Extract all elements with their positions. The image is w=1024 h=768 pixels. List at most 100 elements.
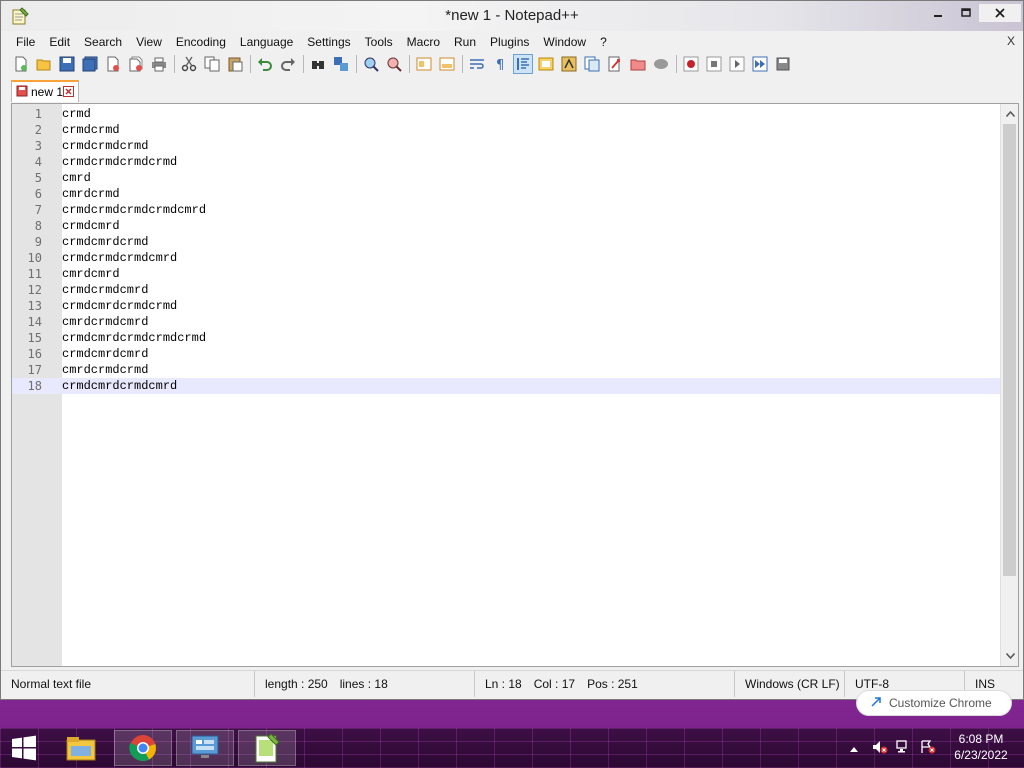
paste-icon[interactable] xyxy=(225,54,245,74)
menu-view[interactable]: View xyxy=(129,35,169,49)
define-language-icon[interactable] xyxy=(536,54,556,74)
line-text: cmrdcrmd xyxy=(62,187,120,201)
undo-icon[interactable] xyxy=(255,54,275,74)
close-document-button[interactable]: X xyxy=(1007,34,1015,48)
customize-chrome-notification[interactable]: Customize Chrome xyxy=(856,690,1012,716)
line-text: crmdcmrdcrmdcrmdcrmd xyxy=(62,331,207,345)
toolbar-separator xyxy=(250,55,251,73)
new-file-icon[interactable] xyxy=(11,54,31,74)
editor-line[interactable]: 13 crmdcmrdcrmdcrmd xyxy=(12,298,1000,314)
taskbar-chrome[interactable] xyxy=(114,730,172,766)
network-icon[interactable] xyxy=(896,739,912,757)
menu-search[interactable]: Search xyxy=(77,35,129,49)
menu-macro[interactable]: Macro xyxy=(400,35,447,49)
document-map-icon[interactable] xyxy=(559,54,579,74)
stop-recording-icon[interactable] xyxy=(704,54,724,74)
line-text: crmdcmrd xyxy=(62,219,120,233)
menu-settings[interactable]: Settings xyxy=(300,35,357,49)
editor-line[interactable]: 16 crmdcmrdcmrd xyxy=(12,346,1000,362)
editor-line[interactable]: 4 crmdcrmdcrmdcrmd xyxy=(12,154,1000,170)
menu-plugins[interactable]: Plugins xyxy=(483,35,536,49)
notepadpp-window: *new 1 - Notepad++ File Edit Search View… xyxy=(0,0,1024,700)
menu-encoding[interactable]: Encoding xyxy=(169,35,233,49)
editor-line[interactable]: 2 crmdcrmd xyxy=(12,122,1000,138)
copy-icon[interactable] xyxy=(202,54,222,74)
menu-tools[interactable]: Tools xyxy=(358,35,400,49)
windows-logo-icon xyxy=(12,735,36,761)
menu-file[interactable]: File xyxy=(9,35,42,49)
editor-line[interactable]: 1 crmd xyxy=(12,106,1000,122)
editor-line[interactable]: 5 cmrd xyxy=(12,170,1000,186)
close-icon[interactable] xyxy=(63,86,74,97)
scroll-up-icon[interactable] xyxy=(1001,106,1019,122)
toolbar-separator xyxy=(356,55,357,73)
toolbar: ¶ xyxy=(1,52,1023,76)
zoom-in-icon[interactable] xyxy=(361,54,381,74)
editor-line[interactable]: 10 crmdcrmdcrmdcmrd xyxy=(12,250,1000,266)
monitoring-icon[interactable] xyxy=(628,54,648,74)
editor-line[interactable]: 15 crmdcmrdcrmdcrmdcrmd xyxy=(12,330,1000,346)
clock-time: 6:08 PM xyxy=(958,732,1004,746)
close-file-icon[interactable] xyxy=(103,54,123,74)
run-macro-multiple-icon[interactable] xyxy=(750,54,770,74)
editor-line[interactable]: 18 crmdcmrdcrmdcmrd xyxy=(12,378,1000,394)
panel-icon[interactable] xyxy=(651,54,671,74)
show-all-characters-icon[interactable]: ¶ xyxy=(490,54,510,74)
taskbar-control-panel[interactable] xyxy=(176,730,234,766)
editor-line[interactable]: 14 cmrdcrmdcmrd xyxy=(12,314,1000,330)
show-hidden-icons-icon[interactable] xyxy=(850,741,858,755)
scroll-thumb[interactable] xyxy=(1003,124,1016,576)
word-wrap-icon[interactable] xyxy=(467,54,487,74)
line-number: 16 xyxy=(27,347,42,361)
zoom-out-icon[interactable] xyxy=(384,54,404,74)
start-button[interactable] xyxy=(6,734,42,762)
status-eol[interactable]: Windows (CR LF) xyxy=(735,671,845,697)
menu-window[interactable]: Window xyxy=(536,35,593,49)
taskbar-notepadpp[interactable] xyxy=(238,730,296,766)
save-icon[interactable] xyxy=(57,54,77,74)
tab-new-1[interactable]: new 1 xyxy=(11,80,79,102)
redo-icon[interactable] xyxy=(278,54,298,74)
find-icon[interactable] xyxy=(308,54,328,74)
replace-icon[interactable] xyxy=(331,54,351,74)
indent-guide-icon[interactable] xyxy=(513,54,533,74)
menu-edit[interactable]: Edit xyxy=(42,35,77,49)
taskbar-file-explorer[interactable] xyxy=(52,730,110,766)
eol-text: Windows (CR LF) xyxy=(745,677,840,691)
record-macro-icon[interactable] xyxy=(681,54,701,74)
folder-as-workspace-icon[interactable] xyxy=(605,54,625,74)
action-center-icon[interactable] xyxy=(920,739,936,757)
editor-line[interactable]: 12 crmdcrmdcmrd xyxy=(12,282,1000,298)
close-all-icon[interactable] xyxy=(126,54,146,74)
line-number: 1 xyxy=(34,107,42,121)
scroll-down-icon[interactable] xyxy=(1001,648,1019,664)
volume-muted-icon[interactable] xyxy=(872,740,888,757)
sync-vertical-icon[interactable] xyxy=(414,54,434,74)
save-all-icon[interactable] xyxy=(80,54,100,74)
editor-line[interactable]: 17 cmrdcrmdcrmd xyxy=(12,362,1000,378)
editor-line[interactable]: 8 crmdcmrd xyxy=(12,218,1000,234)
function-list-icon[interactable] xyxy=(582,54,602,74)
playback-macro-icon[interactable] xyxy=(727,54,747,74)
status-position: Ln : 18 Col : 17 Pos : 251 xyxy=(475,671,735,697)
sync-horizontal-icon[interactable] xyxy=(437,54,457,74)
open-file-icon[interactable] xyxy=(34,54,54,74)
menu-help[interactable]: ? xyxy=(593,35,614,49)
cut-icon[interactable] xyxy=(179,54,199,74)
editor-line[interactable]: 7 crmdcrmdcrmdcrmdcmrd xyxy=(12,202,1000,218)
editor-line[interactable]: 3 crmdcrmdcrmd xyxy=(12,138,1000,154)
editor-line[interactable]: 6 cmrdcrmd xyxy=(12,186,1000,202)
vertical-scrollbar[interactable] xyxy=(1000,104,1018,666)
close-button[interactable] xyxy=(979,4,1021,22)
maximize-button[interactable] xyxy=(953,4,979,22)
taskbar-clock[interactable]: 6:08 PM 6/23/2022 xyxy=(950,731,1012,763)
print-icon[interactable] xyxy=(149,54,169,74)
editor-line[interactable]: 11 cmrdcmrd xyxy=(12,266,1000,282)
title-bar[interactable]: *new 1 - Notepad++ xyxy=(1,1,1023,31)
save-macro-icon[interactable] xyxy=(773,54,793,74)
editor-line[interactable]: 9 crmdcmrdcrmd xyxy=(12,234,1000,250)
text-editor[interactable]: 1 crmd 2 crmdcrmd 3 crmdcrmdcrmd 4 crmdcrmdcrmd… xyxy=(11,103,1019,667)
minimize-button[interactable] xyxy=(925,4,951,22)
menu-language[interactable]: Language xyxy=(233,35,300,49)
menu-run[interactable]: Run xyxy=(447,35,483,49)
